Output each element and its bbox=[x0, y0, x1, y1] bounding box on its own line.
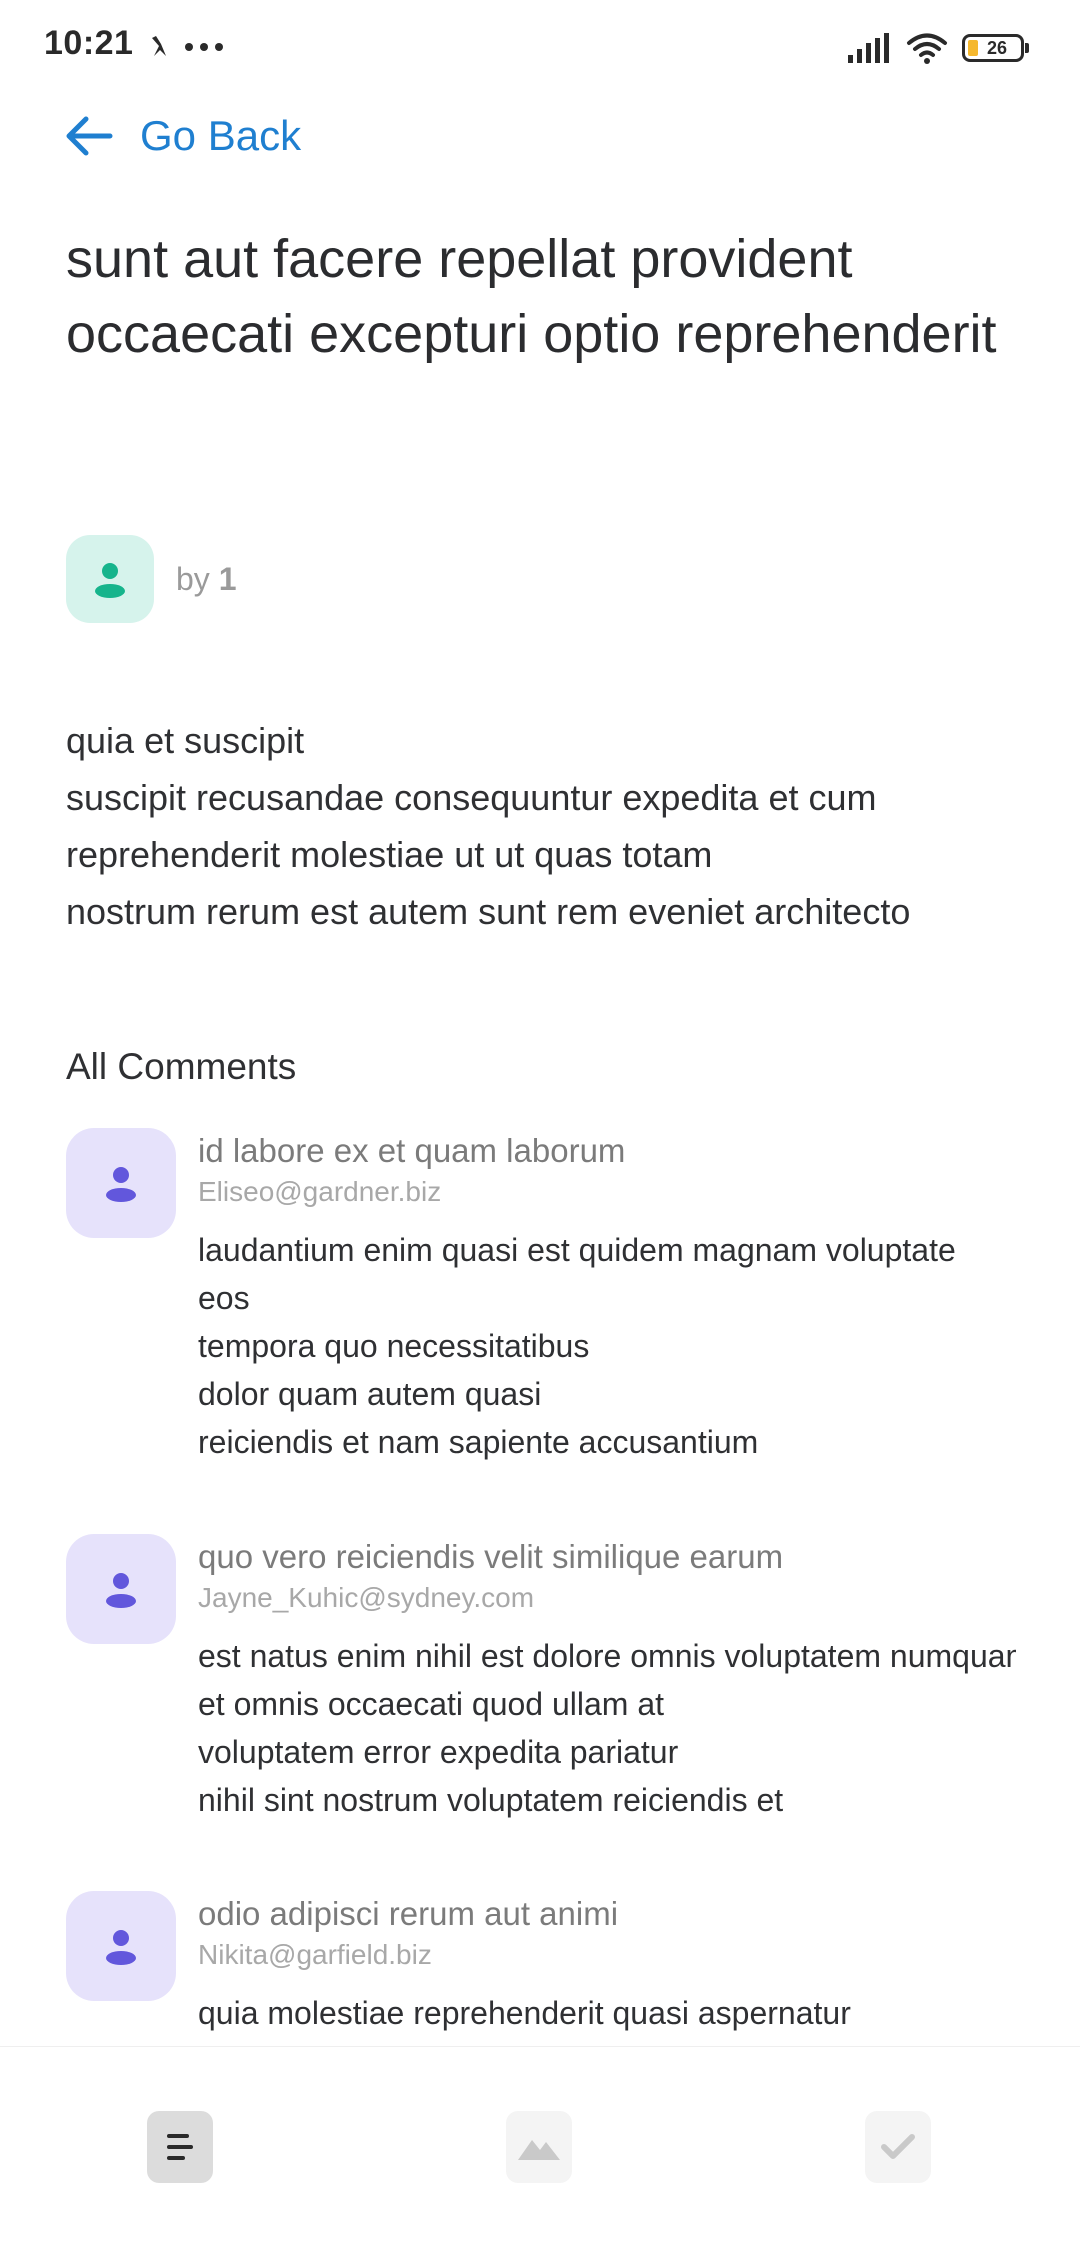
comment-body-line: laudantium enim quasi est quidem magnam … bbox=[198, 1232, 956, 1268]
author-byline: by 1 bbox=[176, 561, 236, 598]
status-bar: 10:21 26 bbox=[0, 0, 1080, 96]
comment-item: id labore ex et quam laborum Eliseo@gard… bbox=[66, 1128, 1016, 1466]
nav-check-button[interactable] bbox=[865, 2111, 931, 2183]
status-right-icons: 26 bbox=[848, 28, 1029, 68]
author-avatar bbox=[66, 535, 154, 623]
comment-content: quo vero reiciendis velit similique earu… bbox=[198, 1534, 1016, 1824]
user-icon bbox=[106, 1573, 136, 1608]
comment-body-line: est natus enim nihil est dolore omnis vo… bbox=[198, 1638, 1016, 1674]
battery-indicator: 26 bbox=[962, 34, 1029, 62]
comment-body: laudantium enim quasi est quidem magnam … bbox=[198, 1226, 1016, 1466]
comment-item: quo vero reiciendis velit similique earu… bbox=[66, 1534, 1016, 1824]
author-prefix: by bbox=[176, 560, 210, 597]
nav-image-button[interactable] bbox=[506, 2111, 572, 2183]
comment-body-line: nihil sint nostrum voluptatem reiciendis… bbox=[198, 1782, 784, 1818]
nav-menu-button[interactable] bbox=[147, 2111, 213, 2183]
comment-name: id labore ex et quam laborum bbox=[198, 1132, 626, 1169]
comment-name: quo vero reiciendis velit similique earu… bbox=[198, 1538, 784, 1575]
check-icon bbox=[881, 2134, 915, 2159]
user-icon bbox=[106, 1167, 136, 1202]
comments-heading: All Comments bbox=[66, 1046, 297, 1087]
comment-body-line: reiciendis et nam sapiente accusantium bbox=[198, 1424, 759, 1460]
comment-email: Jayne_Kuhic@sydney.com bbox=[198, 1582, 535, 1613]
image-icon bbox=[518, 2140, 560, 2160]
comment-email: Nikita@garfield.biz bbox=[198, 1939, 432, 1970]
post-author: by 1 bbox=[66, 534, 236, 624]
comment-name: odio adipisci rerum aut animi bbox=[198, 1895, 619, 1932]
comment-item: odio adipisci rerum aut animi Nikita@gar… bbox=[66, 1891, 1016, 2037]
comment-email: Eliseo@gardner.biz bbox=[198, 1176, 442, 1207]
wifi-icon bbox=[907, 33, 947, 64]
go-back-label: Go Back bbox=[140, 112, 302, 159]
menu-icon bbox=[167, 2134, 193, 2160]
battery-level: 26 bbox=[986, 37, 1008, 58]
comment-body: quia molestiae reprehenderit quasi asper… bbox=[198, 1989, 1016, 2037]
post-body-line: nostrum rerum est autem sunt rem eveniet… bbox=[66, 891, 911, 932]
arrow-left-icon bbox=[66, 116, 113, 156]
status-left-icons bbox=[148, 30, 224, 64]
more-dots-icon bbox=[185, 43, 223, 51]
signal-icon bbox=[848, 33, 889, 63]
comment-body-line: et omnis occaecati quod ullam at bbox=[198, 1686, 665, 1722]
comment-body-line: quia molestiae reprehenderit quasi asper… bbox=[198, 1995, 851, 2031]
comment-content: odio adipisci rerum aut animi Nikita@gar… bbox=[198, 1891, 1016, 2037]
user-icon bbox=[95, 563, 125, 598]
comment-avatar bbox=[66, 1891, 176, 2001]
comment-content: id labore ex et quam laborum Eliseo@gard… bbox=[198, 1128, 1016, 1466]
post-body-line: suscipit recusandae consequuntur expedit… bbox=[66, 777, 877, 818]
status-time: 10:21 bbox=[44, 24, 134, 62]
notification-icon bbox=[152, 36, 166, 56]
author-name: 1 bbox=[218, 560, 237, 597]
comment-body-line: voluptatem error expedita pariatur bbox=[198, 1734, 679, 1770]
post-body-line: quia et suscipit bbox=[66, 720, 305, 761]
comment-avatar bbox=[66, 1534, 176, 1644]
post-body: quia et suscipit suscipit recusandae con… bbox=[66, 712, 1026, 940]
comment-body-line: eos bbox=[198, 1280, 250, 1316]
comment-body-line: tempora quo necessitatibus bbox=[198, 1328, 590, 1364]
comment-avatar bbox=[66, 1128, 176, 1238]
post-body-line: reprehenderit molestiae ut ut quas totam bbox=[66, 834, 713, 875]
post-title: sunt aut facere repellat provident occae… bbox=[66, 229, 997, 364]
go-back-button[interactable]: Go Back bbox=[64, 104, 301, 168]
bottom-nav bbox=[0, 2046, 1080, 2247]
comment-body-line: dolor quam autem quasi bbox=[198, 1376, 542, 1412]
comment-body: est natus enim nihil est dolore omnis vo… bbox=[198, 1632, 1016, 1824]
user-icon bbox=[106, 1930, 136, 1965]
